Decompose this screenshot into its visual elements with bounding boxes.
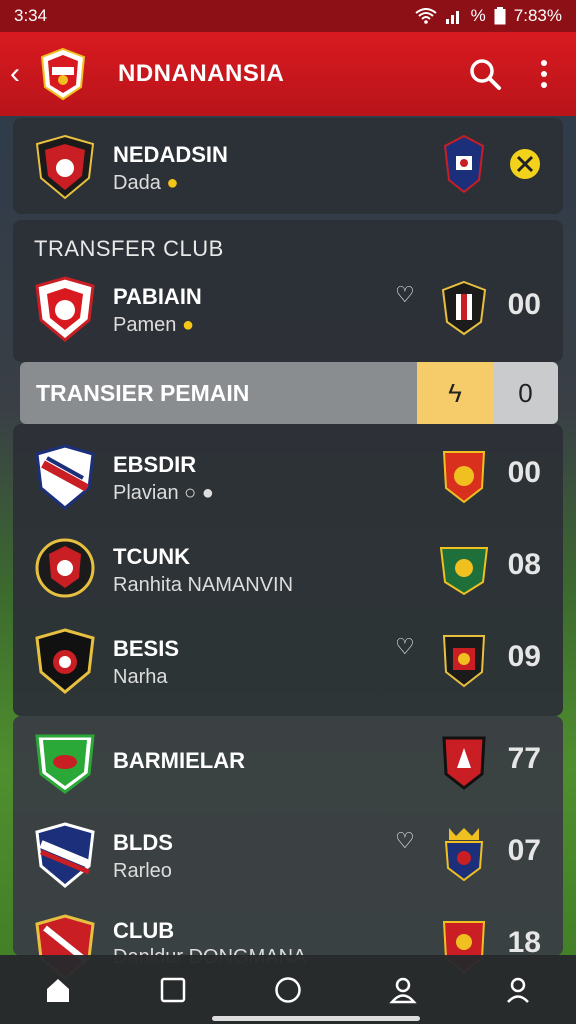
- list-item[interactable]: EBSDIR Plavian ○ ● 00: [13, 430, 563, 522]
- club-name: EBSDIR: [113, 452, 197, 477]
- list-item[interactable]: PABIAIN Pamen ● ♡ 00: [13, 262, 563, 354]
- star-badge-icon[interactable]: [509, 148, 541, 180]
- club-score: 00: [507, 288, 541, 321]
- list-item[interactable]: BLDS Rarleo ♡ 07: [13, 808, 563, 900]
- wifi-icon: [415, 8, 437, 24]
- list-item[interactable]: BARMIELAR 77: [13, 716, 563, 808]
- club-name: BLDS: [113, 830, 173, 855]
- opponent-crest-icon: [442, 451, 486, 504]
- club-sub: Rarleo: [113, 860, 172, 882]
- nav-user[interactable]: [498, 970, 538, 1010]
- list-item[interactable]: BESIS Narha ♡ 09: [13, 614, 563, 706]
- opponent-crest-icon: [442, 635, 486, 688]
- club-name: CLUB: [113, 918, 175, 943]
- circle-icon: [275, 976, 301, 1003]
- coin-icon: ●: [181, 314, 195, 336]
- nav-person[interactable]: [383, 970, 423, 1010]
- home-icon: [46, 978, 69, 1002]
- club-score: 09: [507, 640, 541, 673]
- person-icon: [389, 977, 417, 1003]
- chevron-heart-icon[interactable]: ♡: [395, 282, 415, 308]
- club-crest-icon: [35, 734, 95, 794]
- club-crest-icon: [35, 444, 95, 510]
- square-icon: [160, 977, 186, 1002]
- opponent-crest-icon: [444, 828, 484, 882]
- club-sub: Pamen ●: [113, 314, 195, 336]
- section-title-transfer-club: TRANSFER CLUB: [34, 236, 224, 261]
- transfer-count: 0: [493, 362, 558, 424]
- club-crest-icon: [35, 276, 95, 342]
- club-name: NEDADSIN: [113, 142, 228, 167]
- club-sub: Dada ●: [113, 172, 179, 194]
- club-name: TCUNK: [113, 544, 190, 569]
- app-title: NDNANANSIA: [118, 60, 285, 87]
- status-bar: 3:34 % 7:83%: [0, 0, 576, 32]
- nav-circle[interactable]: [268, 970, 308, 1010]
- club-crest-icon: [35, 134, 95, 200]
- club-crest-icon: [35, 822, 95, 888]
- bolt-icon[interactable]: ϟ: [417, 362, 493, 424]
- more-vert-icon[interactable]: [540, 59, 548, 89]
- transfer-player-bar[interactable]: TRANSIER PEMAIN ϟ 0: [20, 362, 558, 424]
- club-score: 00: [507, 456, 541, 489]
- nav-square[interactable]: [153, 970, 193, 1010]
- club-crest-icon: [35, 538, 95, 598]
- club-score: 07: [507, 834, 541, 867]
- club-score: 77: [507, 742, 541, 775]
- list-item[interactable]: TCUNK Ranhita NAMANVIN 08: [13, 522, 563, 614]
- chevron-heart-icon[interactable]: ♡: [395, 828, 415, 854]
- battery-percent: %: [470, 6, 486, 25]
- opponent-crest-icon: [443, 134, 485, 194]
- app-bar: ‹ NDNANANSIA: [0, 32, 576, 116]
- club-sub: Ranhita NAMANVIN: [113, 574, 294, 596]
- battery-icon: [494, 7, 506, 25]
- club-sub: Narha: [113, 666, 168, 688]
- club-logo-icon: [40, 47, 86, 101]
- coin-icon: ●: [166, 172, 179, 194]
- user-icon: [507, 977, 530, 1003]
- club-crest-icon: [35, 628, 95, 694]
- home-indicator[interactable]: [212, 1016, 420, 1021]
- back-icon[interactable]: ‹: [10, 57, 32, 91]
- nav-home[interactable]: [38, 970, 78, 1010]
- opponent-crest-icon: [441, 280, 487, 336]
- club-name: BARMIELAR: [113, 748, 245, 773]
- top-club-card[interactable]: NEDADSIN Dada ●: [13, 118, 563, 214]
- club-name: BESIS: [113, 636, 180, 661]
- transfer-player-label: TRANSIER PEMAIN: [36, 380, 250, 406]
- opponent-crest-icon: [442, 736, 486, 790]
- bottom-nav: [0, 955, 576, 1024]
- status-icons: % 7:83%: [415, 6, 562, 26]
- club-name: PABIAIN: [113, 284, 202, 309]
- club-score: 08: [507, 548, 541, 581]
- status-time-left: 3:34: [14, 6, 48, 25]
- signal-icon: [445, 11, 459, 24]
- club-sub: Plavian ○ ●: [113, 482, 214, 504]
- search-icon[interactable]: [468, 57, 502, 91]
- chevron-heart-icon[interactable]: ♡: [395, 634, 415, 660]
- status-time-right: 7:83%: [513, 6, 562, 25]
- opponent-crest-icon: [439, 547, 489, 596]
